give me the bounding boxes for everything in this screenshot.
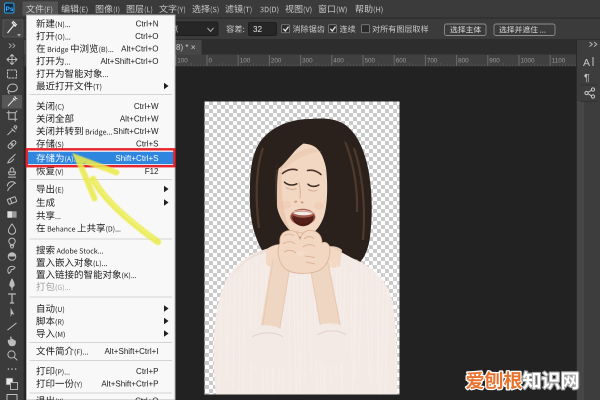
svg-text:Ctrl+S: Ctrl+S bbox=[136, 140, 158, 149]
svg-text:A: A bbox=[583, 57, 590, 69]
svg-text:Ctrl+P: Ctrl+P bbox=[136, 367, 158, 376]
svg-text:Alt+Ctrl+O: Alt+Ctrl+O bbox=[121, 45, 158, 54]
svg-text:1000: 1000 bbox=[521, 58, 536, 65]
svg-text:Shift+Ctrl+W: Shift+Ctrl+W bbox=[113, 127, 159, 136]
svg-text:900: 900 bbox=[489, 58, 500, 65]
svg-text:Shift+Ctrl+S: Shift+Ctrl+S bbox=[115, 154, 158, 163]
svg-text:0: 0 bbox=[209, 58, 213, 65]
svg-text:Alt+Shift+Ctrl+P: Alt+Shift+Ctrl+P bbox=[101, 380, 158, 389]
svg-text:100: 100 bbox=[177, 58, 188, 65]
svg-text:100: 100 bbox=[240, 58, 251, 65]
svg-text:¶: ¶ bbox=[584, 72, 590, 84]
svg-text:Ctrl+O: Ctrl+O bbox=[135, 32, 158, 41]
svg-text:Alt+Ctrl+W: Alt+Ctrl+W bbox=[120, 115, 159, 124]
svg-text:32: 32 bbox=[253, 25, 263, 34]
svg-text:400: 400 bbox=[333, 58, 344, 65]
svg-text:Ps: Ps bbox=[6, 6, 14, 13]
svg-text:F12: F12 bbox=[145, 167, 159, 176]
svg-text:300: 300 bbox=[302, 58, 313, 65]
svg-text:500: 500 bbox=[365, 58, 376, 65]
svg-text:200: 200 bbox=[271, 58, 282, 65]
svg-text:Alt+Shift+Ctrl+I: Alt+Shift+Ctrl+I bbox=[104, 347, 158, 356]
svg-text:800: 800 bbox=[458, 58, 469, 65]
svg-text:700: 700 bbox=[427, 58, 438, 65]
svg-text:8) *: 8) * bbox=[176, 43, 188, 52]
svg-text:600: 600 bbox=[396, 58, 407, 65]
svg-text:Ctrl+W: Ctrl+W bbox=[134, 102, 159, 111]
svg-text:Alt+Shift+Ctrl+O: Alt+Shift+Ctrl+O bbox=[100, 57, 158, 66]
svg-text:1100: 1100 bbox=[552, 58, 566, 65]
svg-text:Ctrl+N: Ctrl+N bbox=[136, 20, 159, 29]
